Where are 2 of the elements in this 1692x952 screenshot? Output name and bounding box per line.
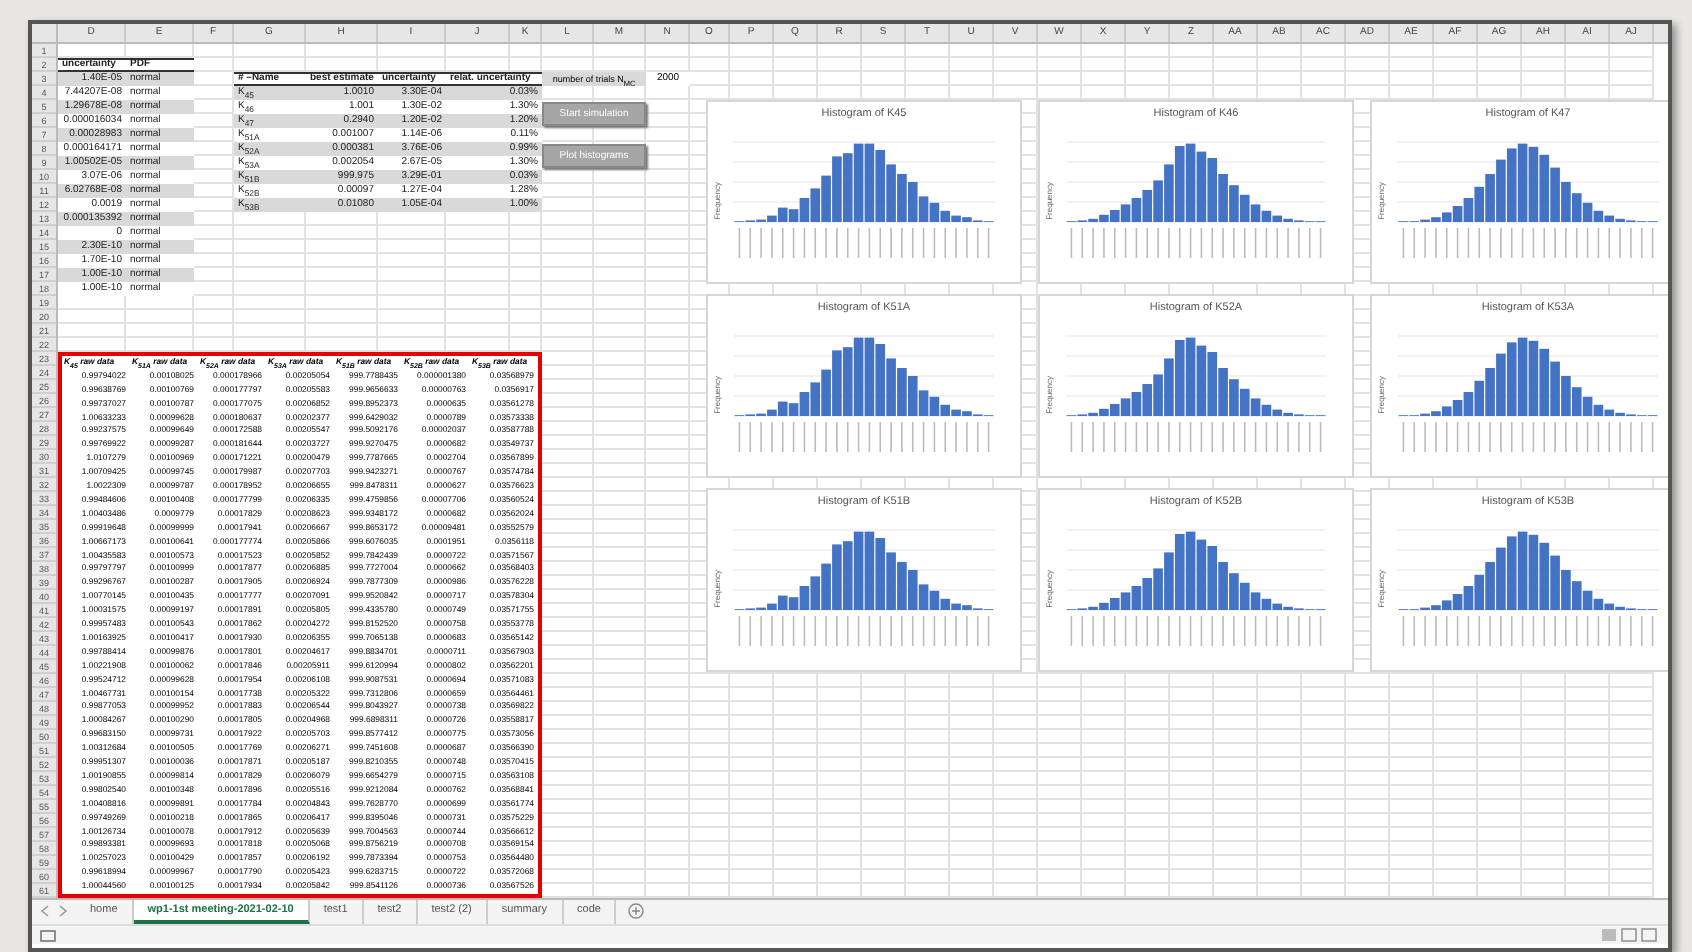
view-icons[interactable] — [1600, 928, 1660, 942]
macro-record-icon[interactable] — [40, 929, 56, 941]
